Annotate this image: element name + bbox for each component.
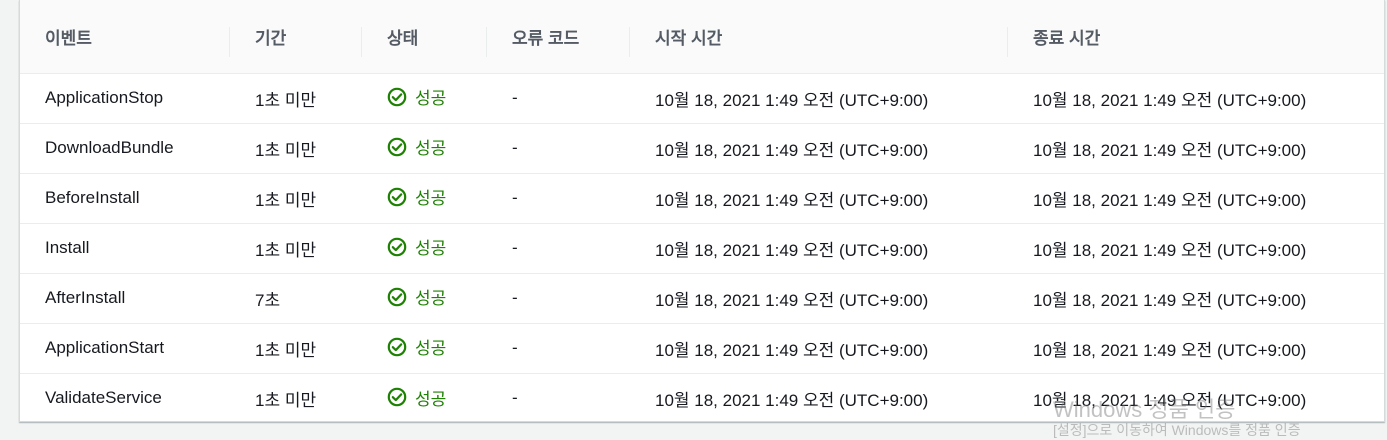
status-cell: 성공 (362, 223, 487, 273)
duration-cell: 7초 (255, 290, 281, 310)
start-time-cell: 10월 18, 2021 1:49 오전 (UTC+9:00) (655, 240, 929, 260)
start-time-cell: 10월 18, 2021 1:49 오전 (UTC+9:00) (655, 190, 929, 210)
end-time-cell: 10월 18, 2021 1:49 오전 (UTC+9:00) (1033, 240, 1307, 260)
error-code-cell: - (512, 338, 518, 357)
status-label: 성공 (415, 139, 447, 159)
status-cell: 성공 (362, 373, 487, 421)
end-time-cell: 10월 18, 2021 1:49 오전 (UTC+9:00) (1033, 190, 1307, 210)
duration-cell: 1초 미만 (255, 390, 317, 410)
success-check-circle-icon (387, 287, 407, 307)
status-label: 성공 (415, 239, 447, 259)
error-code-cell: - (512, 188, 518, 207)
status-label: 성공 (415, 389, 447, 409)
event-name-cell: ValidateService (45, 388, 162, 408)
success-check-circle-icon (387, 337, 407, 357)
status-label: 성공 (415, 289, 447, 309)
table-body: ApplicationStop 1초 미만 성공 -10월 18, 2021 1:49… (20, 73, 1384, 421)
success-check-circle-icon (387, 237, 407, 257)
start-time-cell: 10월 18, 2021 1:49 오전 (UTC+9:00) (655, 390, 929, 410)
table-row: ApplicationStart 1초 미만 성공 - 10월 18, 2021 1:4… (20, 323, 1384, 373)
end-time-cell: 10월 18, 2021 1:49 오전 (UTC+9:00) (1033, 140, 1307, 160)
end-time-cell: 10월 18, 2021 1:49 오전 (UTC+9:00) (1033, 90, 1307, 110)
table-header: 이벤트 기간 상태 오류 코드 시작 시간 종료 시간 (20, 0, 1384, 74)
status-cell: 성공 (362, 273, 487, 323)
status-cell: 성공 (362, 123, 487, 173)
status-label: 성공 (415, 189, 447, 209)
start-time-cell: 10월 18, 2021 1:49 오전 (UTC+9:00) (655, 90, 929, 110)
table-row: BeforeInstall 1초 미만 성공 - 10월 18, 2021 1:49 오… (20, 173, 1384, 223)
status-badge: 성공 (387, 284, 446, 309)
column-header-event[interactable]: 이벤트 (20, 0, 230, 74)
event-name-cell: DownloadBundle (45, 138, 174, 157)
duration-cell: 1초 미만 (255, 90, 317, 110)
event-name-cell: ApplicationStop (45, 88, 164, 107)
column-header-status[interactable]: 상태 (362, 0, 487, 74)
status-badge: 성공 (387, 385, 446, 410)
duration-cell: 1초 미만 (255, 240, 317, 260)
duration-cell: 1초 미만 (255, 340, 317, 360)
lifecycle-events-table-card: 이벤트 기간 상태 오류 코드 시작 시간 종료 시간 ApplicationS… (19, 0, 1385, 422)
table-row: ApplicationStop 1초 미만 성공 - 10월 18, 2021 1:49… (20, 73, 1384, 123)
start-time-cell: 10월 18, 2021 1:49 오전 (UTC+9:00) (655, 140, 929, 160)
status-badge: 성공 (387, 84, 446, 109)
status-badge: 성공 (387, 134, 446, 159)
status-badge: 성공 (387, 234, 446, 259)
error-code-cell: - (512, 388, 518, 408)
event-name-cell: Install (45, 238, 90, 257)
event-name-cell: BeforeInstall (45, 188, 140, 207)
table-row: Install 1초 미만 성공 - 10월 18, 2021 1:49 오전 (UTC… (20, 223, 1384, 273)
status-badge: 성공 (387, 184, 446, 209)
lifecycle-events-table: 이벤트 기간 상태 오류 코드 시작 시간 종료 시간 ApplicationS… (20, 0, 1384, 421)
start-time-cell: 10월 18, 2021 1:49 오전 (UTC+9:00) (655, 290, 929, 310)
event-name-cell: ApplicationStart (45, 338, 165, 357)
table-header-row: 이벤트 기간 상태 오류 코드 시작 시간 종료 시간 (20, 0, 1384, 74)
start-time-cell: 10월 18, 2021 1:49 오전 (UTC+9:00) (655, 340, 929, 360)
event-name-cell: AfterInstall (45, 288, 126, 307)
success-check-circle-icon (387, 187, 407, 207)
error-code-cell: - (512, 288, 518, 307)
end-time-cell: 10월 18, 2021 1:49 오전 (UTC+9:00) (1033, 340, 1307, 360)
success-check-circle-icon (387, 387, 407, 407)
status-cell: 성공 (362, 323, 487, 373)
status-cell: 성공 (362, 73, 487, 123)
error-code-cell: - (512, 238, 518, 257)
activation-watermark-subtitle: [설정]으로 이동하여 Windows를 정품 인증 (1053, 422, 1301, 438)
error-code-cell: - (512, 138, 518, 157)
success-check-circle-icon (387, 87, 407, 107)
status-label: 성공 (415, 89, 447, 109)
duration-cell: 1초 미만 (255, 140, 317, 160)
table-row: AfterInstall 7초 성공 - 10월 18, 2021 1:49 오전 (U… (20, 273, 1384, 323)
table-row: DownloadBundle 1초 미만 성공 - 10월 18, 2021 1:49 … (20, 123, 1384, 173)
column-header-start-time[interactable]: 시작 시간 (630, 0, 1008, 74)
column-header-error-code[interactable]: 오류 코드 (487, 0, 630, 74)
duration-cell: 1초 미만 (255, 190, 317, 210)
end-time-cell: 10월 18, 2021 1:49 오전 (UTC+9:00) (1033, 290, 1307, 310)
column-header-end-time[interactable]: 종료 시간 (1008, 0, 1384, 74)
status-cell: 성공 (362, 173, 487, 223)
column-header-duration[interactable]: 기간 (230, 0, 362, 74)
success-check-circle-icon (387, 137, 407, 157)
status-label: 성공 (415, 339, 447, 359)
error-code-cell: - (512, 88, 518, 107)
status-badge: 성공 (387, 334, 446, 359)
